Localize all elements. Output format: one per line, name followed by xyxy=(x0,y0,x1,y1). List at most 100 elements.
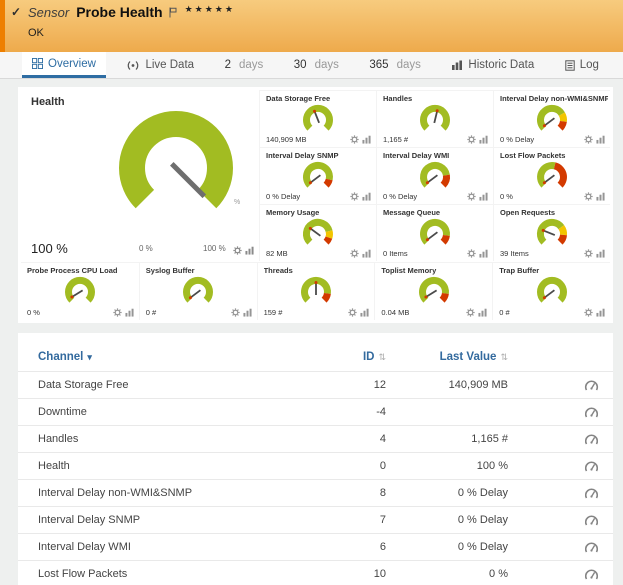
chart-mini-icon[interactable] xyxy=(362,192,371,201)
gear-icon[interactable] xyxy=(584,192,593,201)
gauge-tile[interactable]: Interval Delay SNMP0 % Delay xyxy=(259,147,376,204)
channel-gauge-icon[interactable] xyxy=(584,379,599,392)
column-header-id[interactable]: ID⇅ xyxy=(318,351,386,363)
gauge-tile[interactable]: Lost Flow Packets0 % xyxy=(493,147,610,204)
gauge-tile[interactable]: Memory Usage82 MB xyxy=(259,204,376,261)
gear-icon[interactable] xyxy=(113,308,122,317)
table-row: Health0100 % xyxy=(18,452,613,479)
chart-mini-icon[interactable] xyxy=(596,308,605,317)
gear-icon[interactable] xyxy=(233,246,242,255)
flag-icon[interactable] xyxy=(169,7,177,18)
channel-name[interactable]: Lost Flow Packets xyxy=(38,568,318,580)
gear-icon[interactable] xyxy=(584,308,593,317)
gauge-tile[interactable]: Open Requests39 Items xyxy=(493,204,610,261)
tab-live-data[interactable]: Live Data xyxy=(116,52,204,78)
channel-gauge-icon[interactable] xyxy=(584,487,599,500)
gear-icon[interactable] xyxy=(467,249,476,258)
gauge-tile[interactable]: Interval Delay WMI0 % Delay xyxy=(376,147,493,204)
sensor-status: OK xyxy=(28,27,44,39)
gear-icon[interactable] xyxy=(466,308,475,317)
channel-gauge-icon[interactable] xyxy=(584,433,599,446)
chart-mini-icon[interactable] xyxy=(245,246,254,255)
gauge-dial xyxy=(175,273,221,314)
channel-actions xyxy=(508,514,599,527)
tab-365-days[interactable]: 365days xyxy=(359,52,430,78)
gauge-dial xyxy=(57,273,103,314)
priority-stars[interactable]: ★★★★★ xyxy=(185,4,235,15)
channel-gauge-icon[interactable] xyxy=(584,460,599,473)
gauge-tile[interactable]: Threads159 # xyxy=(257,262,375,320)
tab-2-days[interactable]: 2days xyxy=(215,52,274,78)
tab-overview[interactable]: Overview xyxy=(22,52,106,78)
gear-icon[interactable] xyxy=(231,308,240,317)
channel-name[interactable]: Health xyxy=(38,460,318,472)
gauge-value: 159 # xyxy=(264,308,283,317)
tab-30-days[interactable]: 30days xyxy=(284,52,349,78)
gauge-bottom-row: Probe Process CPU Load0 %Syslog Buffer0 … xyxy=(21,262,610,320)
gear-icon[interactable] xyxy=(350,135,359,144)
gear-icon[interactable] xyxy=(348,308,357,317)
channel-last-value: 0 % xyxy=(386,568,508,580)
channel-name[interactable]: Interval Delay SNMP xyxy=(38,514,318,526)
gauge-value: 0 % Delay xyxy=(500,135,534,144)
channel-name[interactable]: Interval Delay WMI xyxy=(38,541,318,553)
tab-label: Log xyxy=(580,59,599,71)
channel-name[interactable]: Interval Delay non-WMI&SNMP xyxy=(38,487,318,499)
chart-mini-icon[interactable] xyxy=(360,308,369,317)
gauge-grid: Data Storage Free140,909 MBHandles1,165 … xyxy=(259,90,610,262)
gauge-dial xyxy=(411,273,457,314)
tab-log[interactable]: Log xyxy=(555,52,609,78)
channel-gauge-icon[interactable] xyxy=(584,541,599,554)
channel-last-value: 0 % Delay xyxy=(386,541,508,553)
gear-icon[interactable] xyxy=(467,192,476,201)
gear-icon[interactable] xyxy=(467,135,476,144)
gauge-value: 1,165 # xyxy=(383,135,408,144)
chart-mini-icon[interactable] xyxy=(243,308,252,317)
historic-data-icon xyxy=(451,60,463,71)
column-header-last-value[interactable]: Last Value⇅ xyxy=(386,351,508,363)
tab-historic-data[interactable]: Historic Data xyxy=(441,52,544,78)
status-stripe xyxy=(0,0,5,52)
gauge-tile[interactable]: Handles1,165 # xyxy=(376,90,493,147)
gear-icon[interactable] xyxy=(584,249,593,258)
chart-mini-icon[interactable] xyxy=(479,192,488,201)
gauge-tile[interactable]: Data Storage Free140,909 MB xyxy=(259,90,376,147)
gauge-icons xyxy=(584,308,605,317)
gauge-tile[interactable]: Trap Buffer0 # xyxy=(492,262,610,320)
gear-icon[interactable] xyxy=(350,192,359,201)
chart-mini-icon[interactable] xyxy=(596,249,605,258)
gauge-icons xyxy=(584,192,605,201)
channel-name[interactable]: Data Storage Free xyxy=(38,379,318,391)
gauges-panel: Health % 100 % 0 % 100 % Data Storage Fr… xyxy=(18,87,613,323)
gauge-tile[interactable]: Syslog Buffer0 # xyxy=(139,262,257,320)
channel-gauge-icon[interactable] xyxy=(584,514,599,527)
gauge-dial xyxy=(529,158,575,199)
sensor-title-line: Sensor Probe Health ★★★★★ xyxy=(28,4,235,20)
gauge-tile[interactable]: Probe Process CPU Load0 % xyxy=(21,262,139,320)
channel-name[interactable]: Downtime xyxy=(38,406,318,418)
chart-mini-icon[interactable] xyxy=(125,308,134,317)
health-gauge-title: Health xyxy=(31,96,65,108)
channel-gauge-icon[interactable] xyxy=(584,406,599,419)
chart-mini-icon[interactable] xyxy=(362,249,371,258)
health-gauge-tile[interactable]: Health % 100 % 0 % 100 % xyxy=(21,90,259,262)
chart-mini-icon[interactable] xyxy=(596,135,605,144)
table-row: Handles41,165 # xyxy=(18,425,613,452)
gauge-tile[interactable]: Interval Delay non-WMI&SNMP0 % Delay xyxy=(493,90,610,147)
chart-mini-icon[interactable] xyxy=(479,135,488,144)
channel-name[interactable]: Handles xyxy=(38,433,318,445)
tab-unit: days xyxy=(397,59,421,71)
chart-mini-icon[interactable] xyxy=(479,249,488,258)
chart-mini-icon[interactable] xyxy=(478,308,487,317)
gauge-tile[interactable]: Toplist Memory0.04 MB xyxy=(374,262,492,320)
chart-mini-icon[interactable] xyxy=(596,192,605,201)
chart-mini-icon[interactable] xyxy=(362,135,371,144)
gauge-dial xyxy=(412,215,458,256)
gauge-tile[interactable]: Message Queue0 Items xyxy=(376,204,493,261)
gear-icon[interactable] xyxy=(584,135,593,144)
gear-icon[interactable] xyxy=(350,249,359,258)
channel-id: 0 xyxy=(318,460,386,472)
column-header-channel[interactable]: Channel▾ xyxy=(38,351,318,363)
gauge-value: 0 Items xyxy=(383,249,408,258)
gauge-icons xyxy=(113,308,134,317)
